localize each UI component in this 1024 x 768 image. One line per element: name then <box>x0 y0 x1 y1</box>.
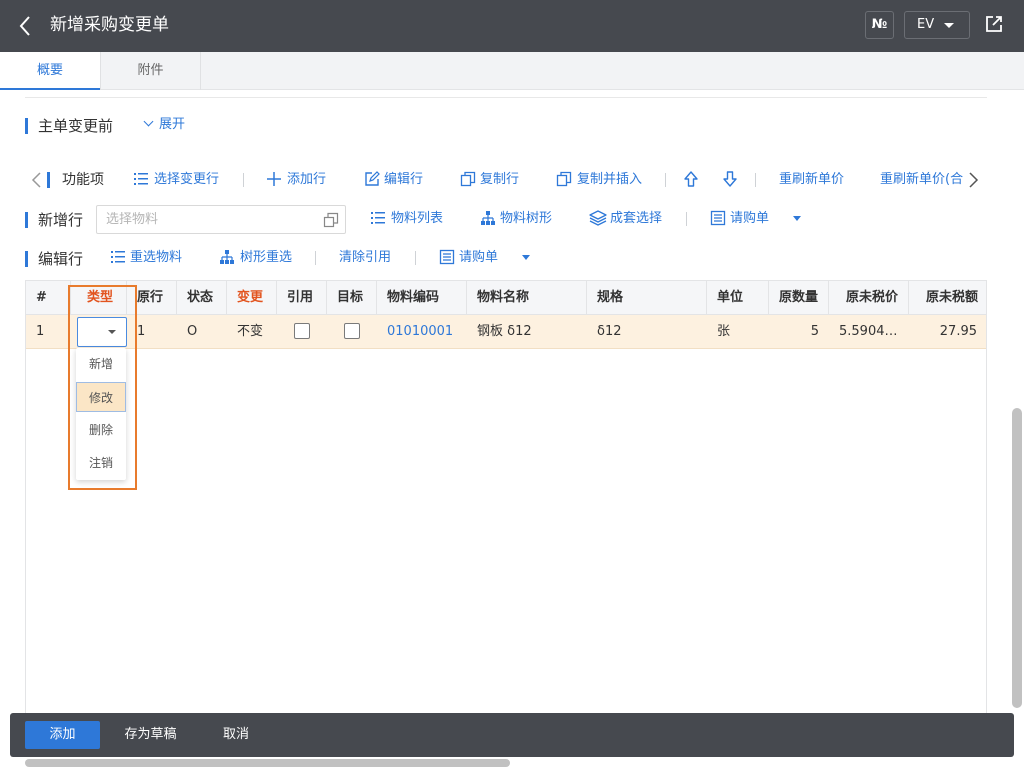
copy-insert-icon <box>556 171 572 187</box>
separator <box>755 173 756 187</box>
tab-overview[interactable]: 概要 <box>0 52 100 90</box>
arrow-up-icon[interactable] <box>683 170 699 188</box>
material-code-link[interactable]: 01010001 <box>377 315 467 349</box>
column-header: 目标 <box>327 281 377 315</box>
copy-row-button[interactable]: 复制行 <box>480 171 519 189</box>
copy-icon <box>460 171 476 187</box>
arrow-down-icon[interactable] <box>722 170 738 188</box>
separator <box>315 251 316 265</box>
ev-label: EV <box>917 17 935 32</box>
orig-amount-cell: 27.95 <box>939 324 977 339</box>
table-header: # 类型 原行 状态 变更 引用 目标 物料编码 物料名称 规格 单位 原数量 … <box>26 281 986 315</box>
material-list-button[interactable]: 物料列表 <box>391 210 443 228</box>
plus-icon <box>267 172 281 186</box>
list-icon <box>371 212 385 224</box>
add-row-button[interactable]: 添加行 <box>287 171 326 189</box>
refresh-price-button[interactable]: 重刷新单价 <box>779 171 844 189</box>
expand-toggle[interactable]: 展开 <box>143 116 186 134</box>
material-search-input[interactable] <box>106 212 306 227</box>
tree-reselect-button[interactable]: 树形重选 <box>240 249 292 267</box>
section-marker <box>47 172 50 188</box>
spec-cell: δ12 <box>597 324 622 339</box>
tree-icon <box>220 250 234 264</box>
document-icon <box>439 249 455 265</box>
column-header: 规格 <box>587 281 707 315</box>
column-header: 原数量 <box>769 281 829 315</box>
column-header: 原未税价 <box>829 281 909 315</box>
divider <box>25 97 987 98</box>
column-header: 引用 <box>277 281 327 315</box>
list-check-icon <box>111 251 125 263</box>
horizontal-scrollbar[interactable] <box>25 759 510 767</box>
export-icon[interactable] <box>984 14 1004 34</box>
column-header: # <box>26 281 71 315</box>
scroll-right-icon[interactable] <box>968 171 980 189</box>
number-button[interactable]: № <box>865 11 894 39</box>
select-change-row-button[interactable]: 选择变更行 <box>154 171 219 189</box>
separator <box>415 251 416 265</box>
table-row[interactable]: 1 1 O 不变 01010001 钢板 δ12 δ12 张 5 5.5904…… <box>26 315 986 349</box>
separator <box>686 212 687 226</box>
layers-icon <box>589 210 607 226</box>
popup-select-icon[interactable] <box>323 212 339 228</box>
ev-dropdown-button[interactable]: EV <box>904 11 970 39</box>
tab-attachments[interactable]: 附件 <box>100 52 201 90</box>
column-header-change: 变更 <box>227 281 277 315</box>
column-header: 原未税额 <box>926 290 979 305</box>
row-number: 1 <box>36 324 45 339</box>
material-select-field[interactable] <box>96 205 346 234</box>
edit-row-section-title: 编辑行 <box>25 249 83 269</box>
orig-qty-cell: 5 <box>810 324 819 339</box>
save-draft-button[interactable]: 存为草稿 <box>113 721 188 749</box>
column-header: 状态 <box>177 281 227 315</box>
list-check-icon <box>134 173 148 185</box>
material-tree-button[interactable]: 物料树形 <box>500 210 552 228</box>
vertical-scrollbar[interactable] <box>1012 408 1022 708</box>
reselect-material-button[interactable]: 重选物料 <box>130 249 182 267</box>
edit-icon <box>365 171 380 186</box>
scroll-left-icon[interactable] <box>30 171 42 189</box>
separator <box>665 173 666 187</box>
unit-cell: 张 <box>717 324 731 339</box>
detail-table: # 类型 原行 状态 变更 引用 目标 物料编码 物料名称 规格 单位 原数量 … <box>25 280 987 730</box>
cancel-button[interactable]: 取消 <box>210 721 262 749</box>
material-name-cell: 钢板 δ12 <box>477 324 532 339</box>
purchase-request-button[interactable]: 请购单 <box>730 210 769 228</box>
copy-and-insert-button[interactable]: 复制并插入 <box>577 171 642 189</box>
change-cell: 不变 <box>237 324 264 339</box>
status-cell: O <box>187 324 198 339</box>
function-bar-label: 功能项 <box>62 172 104 188</box>
page-title: 新增采购变更单 <box>50 15 169 35</box>
edit-row-button[interactable]: 编辑行 <box>384 171 423 189</box>
target-checkbox[interactable] <box>344 323 360 339</box>
app-header: 新增采购变更单 № EV <box>0 0 1024 52</box>
footer-action-bar: 添加 存为草稿 取消 <box>10 713 1014 757</box>
caret-down-icon <box>944 23 954 28</box>
orig-price-cell: 5.5904… <box>839 324 898 339</box>
add-button[interactable]: 添加 <box>25 721 100 749</box>
add-row-section-title: 新增行 <box>25 210 83 230</box>
reference-checkbox[interactable] <box>294 323 310 339</box>
back-arrow-icon[interactable] <box>14 12 38 40</box>
refresh-price-tax-button[interactable]: 重刷新单价(合 <box>880 171 963 189</box>
expand-label: 展开 <box>159 117 186 132</box>
tab-bar: 概要 附件 <box>0 52 1024 90</box>
page: 新增采购变更单 № EV 概要 附件 主单变更前 展开 功能项 选择变更行 添加… <box>0 0 1024 768</box>
caret-down-icon[interactable] <box>793 216 801 221</box>
caret-down-icon[interactable] <box>522 255 530 260</box>
document-icon <box>710 210 726 226</box>
column-header: 物料编码 <box>377 281 467 315</box>
column-header: 单位 <box>707 281 769 315</box>
purchase-request-button[interactable]: 请购单 <box>459 249 498 267</box>
master-section-title: 主单变更前 <box>25 116 113 136</box>
clear-reference-button[interactable]: 清除引用 <box>339 249 391 267</box>
column-header: 物料名称 <box>467 281 587 315</box>
tree-icon <box>481 211 495 225</box>
annotation-highlight-box <box>68 285 137 490</box>
kit-select-button[interactable]: 成套选择 <box>610 210 662 228</box>
separator <box>243 173 244 187</box>
chevron-down-icon <box>143 116 154 127</box>
